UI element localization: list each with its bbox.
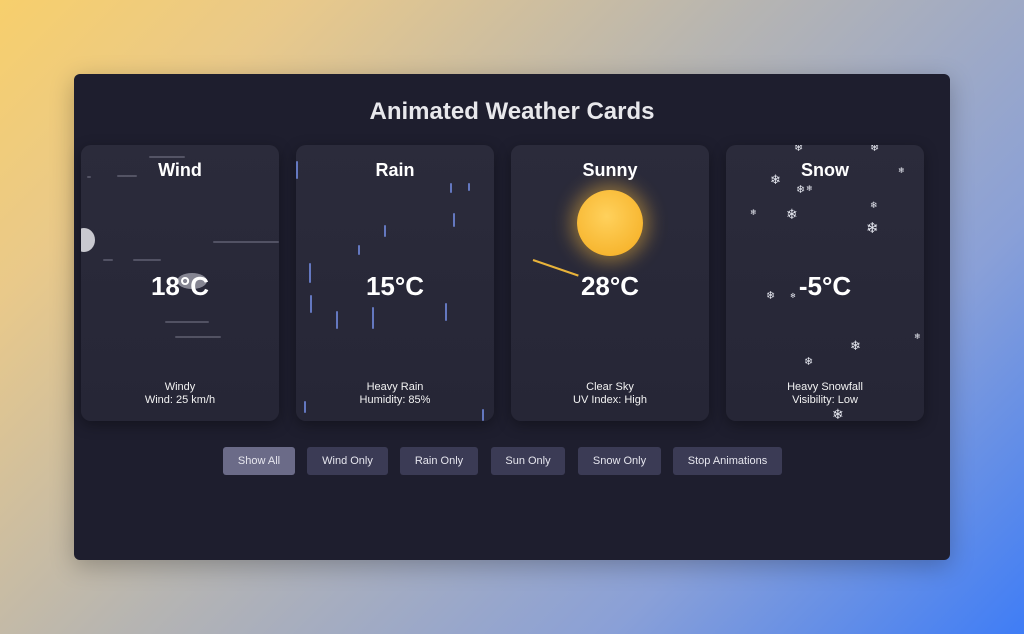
snowflake-icon: ❄ bbox=[804, 356, 814, 368]
wind-streak bbox=[149, 156, 185, 158]
card-title: Rain bbox=[375, 160, 415, 180]
rain-drop bbox=[358, 245, 360, 255]
sun-only-button[interactable]: Sun Only bbox=[491, 447, 565, 475]
snowflake-icon: ❄ bbox=[832, 406, 844, 421]
wind-streak bbox=[133, 259, 161, 261]
card-detail: Humidity: 85% bbox=[359, 394, 431, 406]
card-detail: Visibility: Low bbox=[792, 394, 858, 406]
card-sunny: Sunny 28°C Clear Sky UV Index: High bbox=[511, 145, 709, 421]
snowflake-icon: ❄ bbox=[806, 184, 813, 193]
card-snow: ❄ ❄ ❄ ❄ ❄ ❄ ❄ ❄ ❄ ❄ ❄ ❄ ❄ ❄ ❄ ❄ Snow -5°… bbox=[726, 145, 924, 421]
control-bar: Show All Wind Only Rain Only Sun Only Sn… bbox=[0, 447, 1024, 475]
snowflake-icon: ❄ bbox=[786, 206, 798, 222]
rain-drop bbox=[372, 307, 374, 329]
snowflake-icon: ❄ bbox=[914, 332, 921, 341]
cloud-icon bbox=[81, 228, 95, 252]
snowflake-icon: ❄ bbox=[796, 184, 806, 196]
card-temperature: -5°C bbox=[798, 271, 852, 301]
card-description: Windy bbox=[164, 381, 196, 393]
rain-drop bbox=[453, 213, 455, 227]
rain-only-button[interactable]: Rain Only bbox=[400, 447, 478, 475]
card-description: Heavy Snowfall bbox=[787, 381, 863, 393]
card-detail: UV Index: High bbox=[573, 394, 647, 406]
rain-drop bbox=[450, 183, 452, 193]
rain-drop bbox=[336, 311, 338, 329]
card-title: Sunny bbox=[582, 160, 638, 180]
card-title: Snow bbox=[801, 160, 849, 180]
card-wind: Wind 18°C Windy Wind: 25 km/h bbox=[81, 145, 279, 421]
wind-streak bbox=[175, 336, 221, 338]
rain-drop bbox=[482, 409, 484, 421]
rain-drop bbox=[445, 303, 447, 321]
card-temperature: 18°C bbox=[150, 271, 210, 301]
card-temperature: 28°C bbox=[580, 271, 640, 301]
card-temperature: 15°C bbox=[365, 271, 425, 301]
snow-only-button[interactable]: Snow Only bbox=[578, 447, 661, 475]
rain-drop bbox=[468, 183, 470, 191]
snowflake-icon: ❄ bbox=[850, 338, 861, 353]
snowflake-icon: ❄ bbox=[866, 220, 879, 237]
wind-streak bbox=[165, 321, 209, 323]
sun-icon bbox=[577, 190, 643, 256]
wind-streak bbox=[213, 241, 279, 243]
wind-streak bbox=[103, 259, 113, 261]
snowflake-icon: ❄ bbox=[794, 145, 804, 154]
snowflake-icon: ❄ bbox=[750, 208, 757, 217]
page-title: Animated Weather Cards bbox=[369, 98, 655, 125]
snowflake-icon: ❄ bbox=[870, 145, 880, 154]
card-description: Heavy Rain bbox=[366, 381, 424, 393]
show-all-button[interactable]: Show All bbox=[223, 447, 295, 475]
card-title: Wind bbox=[158, 160, 202, 180]
card-description: Clear Sky bbox=[586, 381, 634, 393]
snowflake-icon: ❄ bbox=[870, 200, 878, 210]
card-detail: Wind: 25 km/h bbox=[144, 394, 216, 406]
wind-only-button[interactable]: Wind Only bbox=[307, 447, 388, 475]
stop-animations-button[interactable]: Stop Animations bbox=[673, 447, 782, 475]
card-rain: Rain 15°C Heavy Rain Humidity: 85% bbox=[296, 145, 494, 421]
rain-drop bbox=[384, 225, 386, 237]
